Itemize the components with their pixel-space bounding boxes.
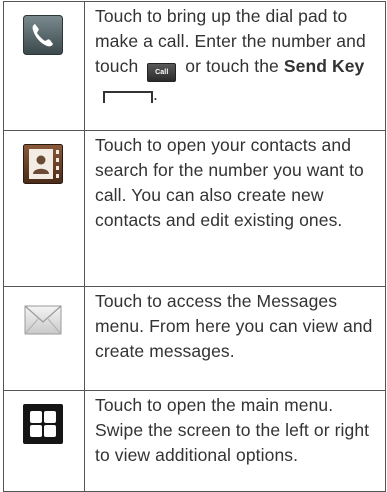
table-row-contacts: Touch to open your contacts and search f…	[3, 130, 386, 287]
table-row-main-menu: Touch to open the main menu. Swipe the s…	[3, 390, 386, 492]
icon-description-table: Touch to bring up the dial pad to make a…	[3, 1, 386, 492]
icon-cell	[3, 1, 85, 131]
app-grid-icon	[23, 404, 63, 444]
icon-cell	[3, 390, 85, 492]
phone-icon	[23, 15, 63, 55]
description-text: Touch to open the main menu. Swipe the s…	[84, 390, 386, 492]
send-key-icon	[103, 91, 153, 103]
contacts-icon	[23, 144, 63, 184]
icon-cell	[3, 286, 85, 391]
send-key-label: Send Key	[283, 56, 365, 76]
table-row-messages: Touch to access the Messages menu. From …	[3, 286, 386, 391]
phone-text-c: .	[153, 84, 158, 104]
description-text: Touch to access the Messages menu. From …	[84, 286, 386, 391]
description-text: Touch to open your contacts and search f…	[84, 130, 386, 287]
table-row-phone: Touch to bring up the dial pad to make a…	[3, 1, 386, 131]
call-button-icon: Call	[147, 63, 177, 82]
description-text: Touch to bring up the dial pad to make a…	[84, 1, 386, 131]
phone-text-b: or touch the	[185, 56, 279, 76]
envelope-icon	[23, 300, 63, 340]
icon-cell	[3, 130, 85, 287]
